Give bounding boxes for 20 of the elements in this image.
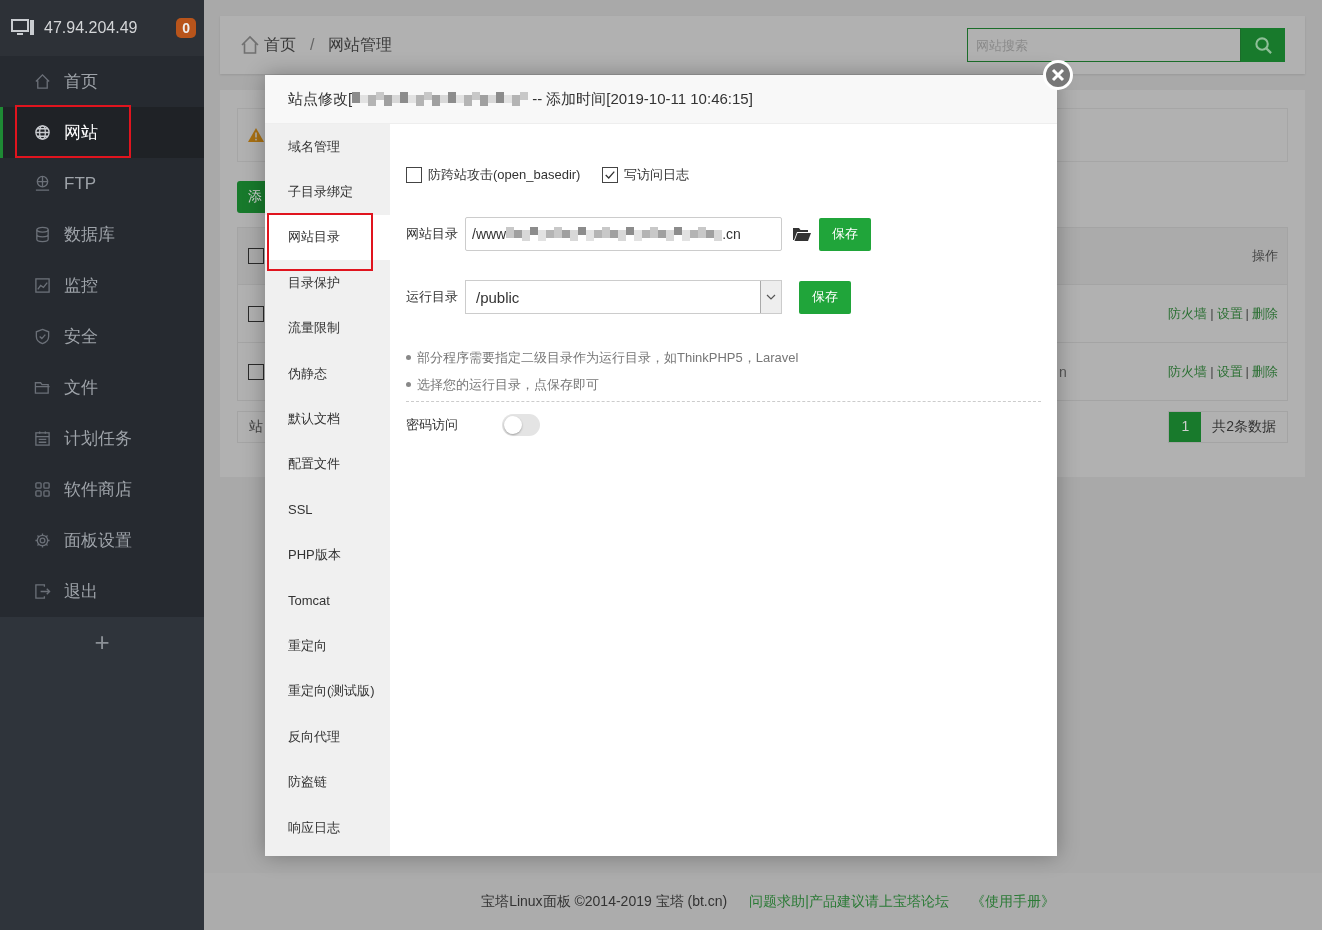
field-label: 运行目录 (406, 288, 459, 306)
checkbox-label: 写访问日志 (624, 166, 690, 184)
copyright-text: 宝塔Linux面板 ©2014-2019 宝塔 (bt.cn) (481, 892, 728, 911)
link-separator: | (1245, 364, 1249, 379)
total-count: 共2条数据 (1211, 417, 1277, 436)
dialog-title: 站点修改[ (288, 89, 353, 109)
link-separator: | (1245, 306, 1249, 321)
breadcrumb-current: 网站管理 (328, 34, 393, 55)
table-cell: n (1059, 363, 1067, 380)
help-note: 部分程序需要指定二级目录作为运行目录，如ThinkPHP5，Laravel (417, 348, 799, 367)
field-label: 网站目录 (406, 225, 459, 243)
field-label: 密码访问 (406, 416, 459, 434)
dialog-title: -- 添加时间[2019-10-11 10:46:15] (532, 89, 753, 109)
server-address: 47.94.204.49 (44, 19, 139, 37)
checkbox-label: 防跨站攻击(open_basedir) (428, 166, 581, 184)
link-separator: | (1210, 364, 1214, 379)
column-header: 操作 (1252, 247, 1278, 265)
link-separator: | (1210, 306, 1214, 321)
breadcrumb-separator: / (310, 36, 315, 54)
help-note: 选择您的运行目录，点保存即可 (417, 375, 599, 394)
